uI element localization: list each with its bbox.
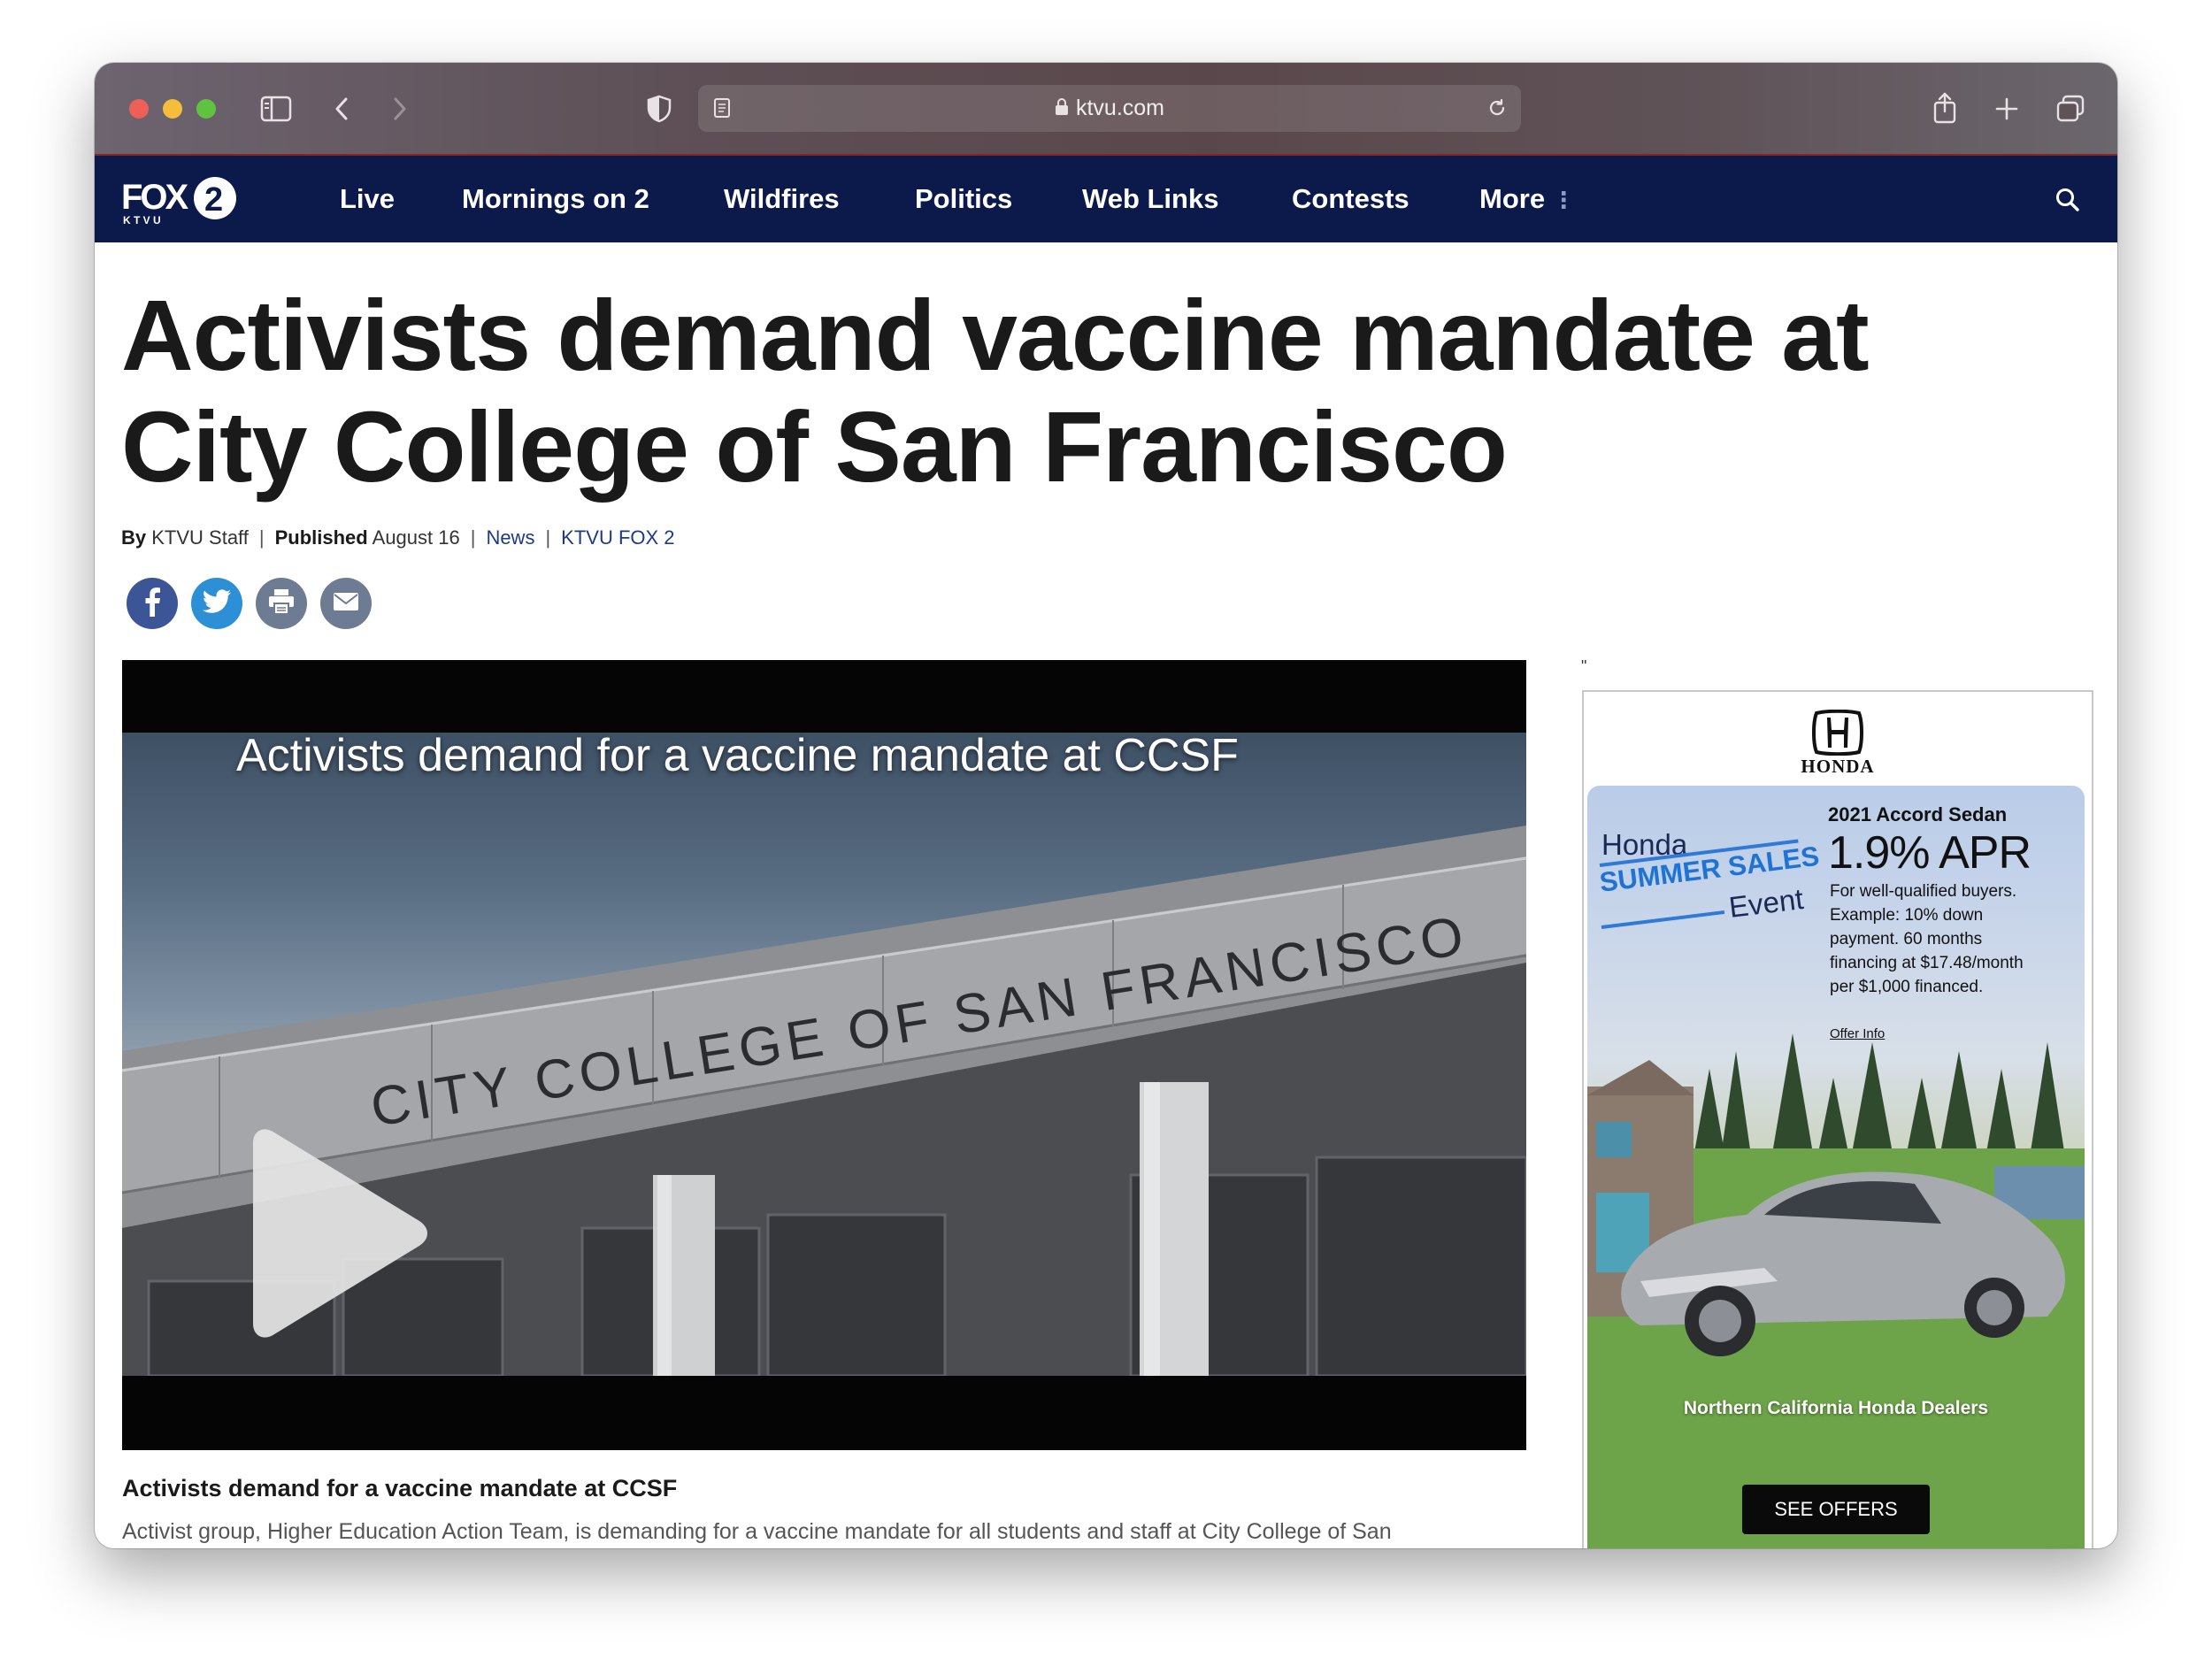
- by-label: By: [121, 526, 147, 549]
- see-offers-button[interactable]: SEE OFFERS: [1742, 1485, 1930, 1534]
- video-player[interactable]: CITY COLLEGE OF SAN FRANCISCO Activists …: [122, 660, 1526, 1450]
- minimize-window-button[interactable]: [163, 99, 182, 119]
- ad-terms-line-4: financing at $17.48/month: [1830, 954, 2024, 972]
- byline: By KTVU Staff | Published August 16 | News | K…: [121, 526, 675, 549]
- nav-contests[interactable]: Contests: [1292, 156, 1409, 242]
- url-text[interactable]: ktvu.com: [698, 85, 1521, 132]
- back-icon[interactable]: [328, 93, 355, 125]
- ad-brand: HONDA: [1801, 756, 1875, 777]
- source-link[interactable]: KTVU FOX 2: [561, 526, 674, 549]
- more-dots-icon: ⋮: [1552, 187, 1576, 213]
- ad-quote-mark: ": [1581, 657, 1587, 675]
- facebook-icon: [142, 587, 163, 621]
- zoom-window-button[interactable]: [196, 99, 216, 119]
- fox2-logo[interactable]: FOX 2 K T V U: [121, 173, 245, 227]
- ad-dealers: Northern California Honda Dealers: [1683, 1398, 1989, 1418]
- video-caption-text: Activist group, Higher Education Action …: [122, 1519, 1392, 1544]
- shield-icon[interactable]: [643, 93, 675, 125]
- logo-fox-text: FOX: [121, 178, 189, 217]
- tabs-overview-icon[interactable]: [2053, 93, 2088, 125]
- ad-terms-line-3: payment. 60 months: [1830, 930, 1983, 948]
- close-window-button[interactable]: [129, 99, 149, 119]
- honda-ad[interactable]: HONDA Honda SUMMER SALES Event 2021 Acco…: [1582, 690, 2093, 1548]
- logo-number: 2: [204, 181, 223, 219]
- nav-mornings-on-2[interactable]: Mornings on 2: [462, 156, 649, 242]
- video-caption-title: Activists demand for a vaccine mandate a…: [122, 1475, 678, 1501]
- email-share-button[interactable]: [320, 578, 372, 629]
- ad-apr: 1.9% APR: [1828, 827, 2032, 879]
- category-link[interactable]: News: [486, 526, 534, 549]
- headline-line-1: Activists demand vaccine mandate at: [121, 280, 1870, 391]
- logo-sub-text: K T V U: [123, 214, 161, 227]
- video-title: Activists demand for a vaccine mandate a…: [236, 730, 1239, 781]
- twitter-icon: [202, 588, 232, 618]
- ad-terms-line-1: For well-qualified buyers.: [1830, 882, 2017, 901]
- ad-model: 2021 Accord Sedan: [1828, 803, 2008, 825]
- lock-icon: [1055, 86, 1069, 133]
- ad-terms-line-5: per $1,000 financed.: [1830, 978, 1984, 996]
- honda-logo-icon: [1809, 709, 1866, 756]
- ad-scenery: [1587, 1033, 2085, 1548]
- nav-more[interactable]: More ⋮: [1479, 156, 1575, 242]
- address-bar[interactable]: ktvu.com: [698, 85, 1521, 132]
- ad-creative: Honda SUMMER SALES Event 2021 Accord Sed…: [1587, 786, 2085, 1548]
- print-button[interactable]: [256, 578, 307, 629]
- headline-line-2: City College of San Francisco: [121, 391, 1508, 503]
- play-icon[interactable]: [235, 1127, 439, 1340]
- url-label: ktvu.com: [1075, 96, 1165, 120]
- ad-terms-line-2: Example: 10% down: [1830, 906, 1984, 925]
- nav-more-label: More: [1479, 183, 1546, 214]
- browser-toolbar: ktvu.com: [95, 63, 2117, 156]
- nav-live[interactable]: Live: [340, 156, 395, 242]
- nav-wildfires[interactable]: Wildfires: [724, 156, 840, 242]
- sidebar-icon[interactable]: [260, 93, 292, 125]
- print-icon: [267, 588, 296, 619]
- facebook-share-button[interactable]: [127, 578, 178, 629]
- published-label: Published: [274, 526, 368, 549]
- share-icon[interactable]: [1929, 89, 1961, 127]
- event-line-3: Event: [1726, 881, 1806, 925]
- site-nav: FOX 2 K T V U Live Mornings on 2 Wildfir…: [95, 156, 2117, 242]
- forward-icon[interactable]: [387, 93, 413, 125]
- reload-icon[interactable]: [1484, 95, 1510, 121]
- published-date: August 16: [372, 526, 460, 549]
- nav-politics[interactable]: Politics: [915, 156, 1012, 242]
- email-icon: [333, 592, 359, 616]
- new-tab-icon[interactable]: [1991, 93, 2023, 125]
- search-icon[interactable]: [2052, 184, 2084, 216]
- ad-terms: For well-qualified buyers. Example: 10% …: [1830, 879, 2024, 999]
- author: KTVU Staff: [151, 526, 249, 549]
- browser-window: ktvu.com FOX 2 K T V U Live Mornings on …: [95, 63, 2117, 1548]
- twitter-share-button[interactable]: [191, 578, 242, 629]
- nav-web-links[interactable]: Web Links: [1082, 156, 1218, 242]
- article-headline: Activists demand vaccine mandate at City…: [121, 280, 2068, 503]
